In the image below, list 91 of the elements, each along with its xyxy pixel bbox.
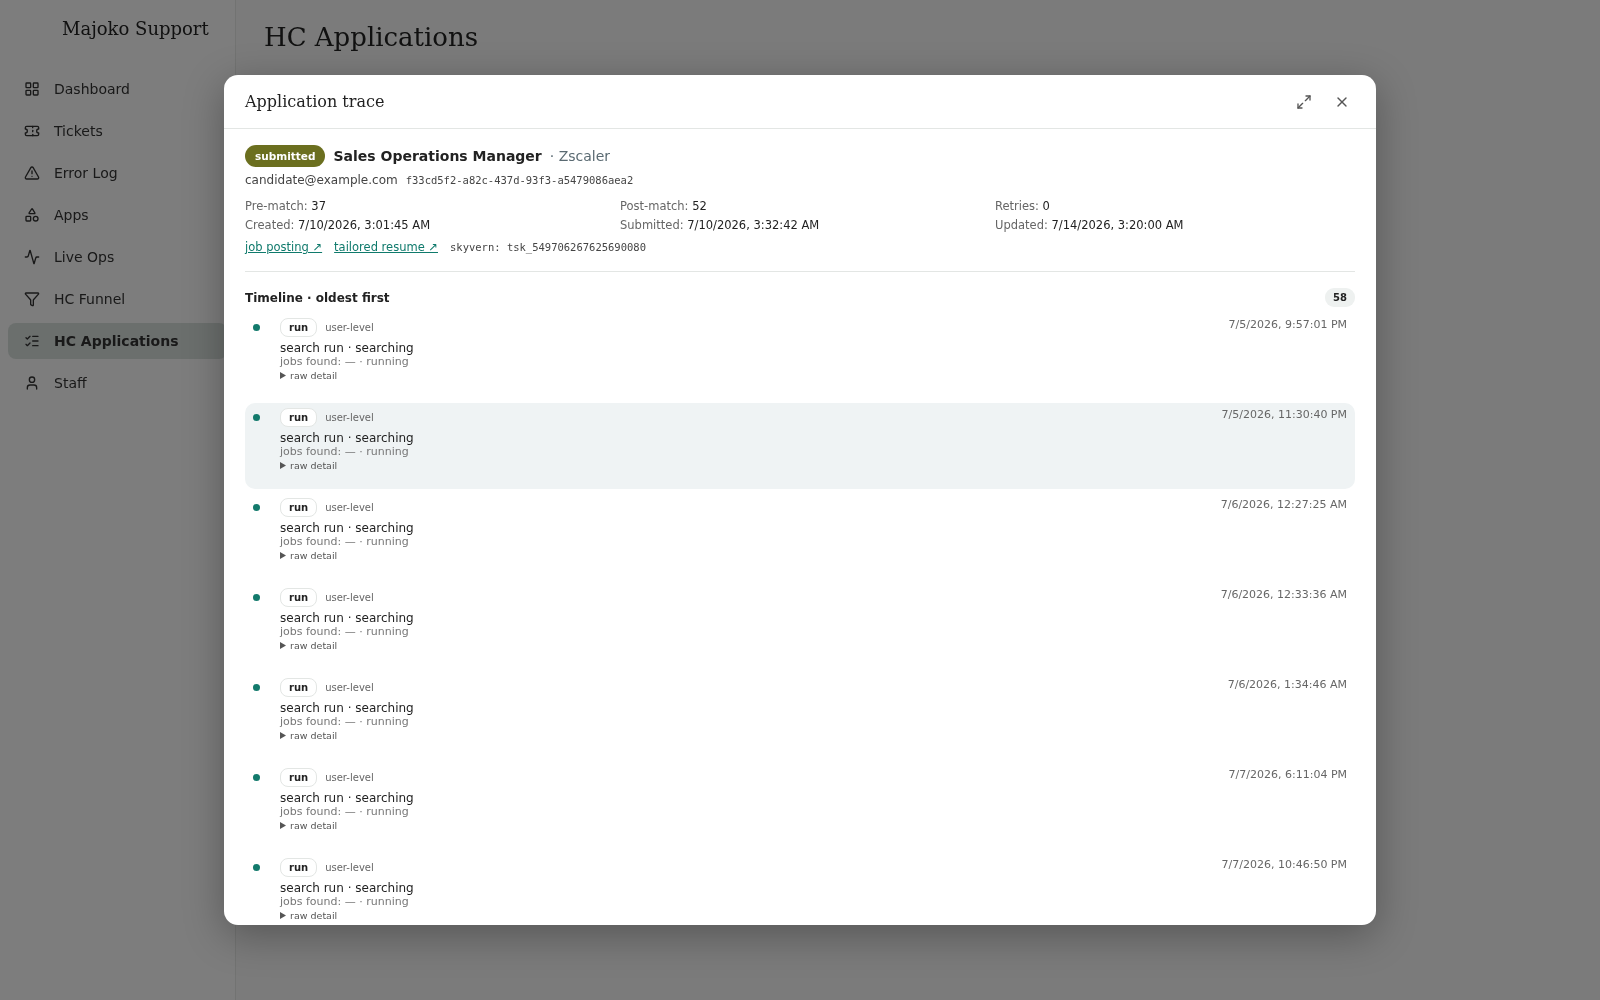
- application-id: f33cd5f2-a82c-437d-93f3-a5479086aea2: [405, 174, 634, 186]
- status-dot: [253, 864, 260, 871]
- stat: Created: 7/10/2026, 3:01:45 AM: [245, 218, 432, 232]
- event-level: user-level: [325, 502, 374, 513]
- caret-icon: [280, 552, 286, 559]
- nav-item[interactable]: Apps: [8, 197, 227, 233]
- nav-item[interactable]: Staff: [8, 365, 227, 401]
- status-badge: submitted: [245, 145, 326, 167]
- status-dot: [253, 594, 260, 601]
- stat: Updated: 7/14/2026, 3:20:00 AM: [995, 218, 1185, 232]
- status-dot: [253, 414, 260, 421]
- event-detail: jobs found: — · running: [280, 445, 410, 458]
- raw-detail-toggle[interactable]: raw detail: [280, 370, 338, 381]
- event-tag: run: [280, 768, 318, 787]
- nav-item[interactable]: Live Ops: [8, 239, 227, 275]
- raw-detail-toggle[interactable]: raw detail: [280, 640, 338, 651]
- email: candidate@example.com: [245, 173, 398, 187]
- event-detail: jobs found: — · running: [280, 895, 410, 908]
- caret-icon: [280, 732, 286, 739]
- shapes-icon: [24, 207, 40, 223]
- dialog-title: Application trace: [245, 92, 385, 111]
- raw-detail-toggle[interactable]: raw detail: [280, 820, 338, 831]
- event-level: user-level: [325, 682, 374, 693]
- caret-icon: [280, 462, 286, 469]
- event-level: user-level: [325, 592, 374, 603]
- page-title: HC Applications: [264, 22, 480, 52]
- link[interactable]: job posting ↗: [245, 240, 323, 254]
- raw-detail-toggle[interactable]: raw detail: [280, 460, 338, 471]
- nav-item[interactable]: Dashboard: [8, 71, 227, 107]
- nav-item[interactable]: Tickets: [8, 113, 227, 149]
- stat: Post-match: 52: [620, 199, 708, 213]
- event-tag: run: [280, 858, 318, 877]
- company-name: · Zscaler: [549, 148, 611, 164]
- link[interactable]: tailored resume ↗: [334, 240, 438, 254]
- nav-item[interactable]: HC Applications: [8, 323, 227, 359]
- ticket-icon: [24, 123, 40, 139]
- stat: Submitted: 7/10/2026, 3:32:42 AM: [620, 218, 821, 232]
- event-time: 7/5/2026, 9:57:01 PM: [1228, 318, 1347, 333]
- caret-icon: [280, 912, 286, 919]
- event-level: user-level: [325, 862, 374, 873]
- event-tag: run: [280, 588, 318, 607]
- warning-icon: [24, 165, 40, 181]
- event-tag: run: [280, 318, 318, 337]
- caret-icon: [280, 822, 286, 829]
- event-count: 58: [1325, 288, 1355, 307]
- job-title: Sales Operations Manager: [333, 148, 542, 164]
- event-summary: search run · searching: [280, 791, 415, 805]
- caret-icon: [280, 372, 286, 379]
- event-detail: jobs found: — · running: [280, 625, 410, 638]
- status-dot: [253, 774, 260, 781]
- event-level: user-level: [325, 772, 374, 783]
- event-summary: search run · searching: [280, 521, 415, 535]
- checklist-icon: [24, 333, 40, 349]
- event-detail: jobs found: — · running: [280, 535, 410, 548]
- raw-detail-toggle[interactable]: raw detail: [280, 550, 338, 561]
- event-summary: search run · searching: [280, 611, 415, 625]
- event-level: user-level: [325, 322, 374, 333]
- timeline-title: Timeline · oldest first: [245, 290, 390, 305]
- event-summary: search run · searching: [280, 341, 415, 355]
- caret-icon: [280, 642, 286, 649]
- funnel-icon: [24, 291, 40, 307]
- event-summary: search run · searching: [280, 881, 415, 895]
- event-tag: run: [280, 678, 318, 697]
- stat: Pre-match: 37: [245, 199, 327, 213]
- event-time: 7/7/2026, 6:11:04 PM: [1228, 768, 1347, 783]
- raw-detail-toggle[interactable]: raw detail: [280, 730, 338, 741]
- event-tag: run: [280, 498, 318, 517]
- nav-item[interactable]: Error Log: [8, 155, 227, 191]
- status-dot: [253, 504, 260, 511]
- event-detail: jobs found: — · running: [280, 355, 410, 368]
- nav-item[interactable]: HC Funnel: [8, 281, 227, 317]
- grid-icon: [24, 81, 40, 97]
- event-tag: run: [280, 408, 318, 427]
- raw-detail-toggle[interactable]: raw detail: [280, 910, 338, 921]
- brand-name: Majoko Support: [61, 18, 210, 41]
- status-dot: [253, 324, 260, 331]
- event-time: 7/6/2026, 12:27:25 AM: [1220, 498, 1347, 513]
- event-level: user-level: [325, 412, 374, 423]
- event-detail: jobs found: — · running: [280, 805, 410, 818]
- event-summary: search run · searching: [280, 431, 415, 445]
- status-dot: [253, 684, 260, 691]
- user-icon: [24, 375, 40, 391]
- event-time: 7/6/2026, 12:33:36 AM: [1220, 588, 1347, 603]
- event-time: 7/6/2026, 1:34:46 AM: [1227, 678, 1347, 693]
- event-time: 7/5/2026, 11:30:40 PM: [1221, 408, 1347, 423]
- stat: Retries: 0: [995, 199, 1051, 213]
- event-time: 7/7/2026, 10:46:50 PM: [1221, 858, 1347, 873]
- pulse-icon: [24, 249, 40, 265]
- task-id: skyvern: tsk_549706267625690080: [450, 241, 646, 253]
- event-detail: jobs found: — · running: [280, 715, 410, 728]
- event-summary: search run · searching: [280, 701, 415, 715]
